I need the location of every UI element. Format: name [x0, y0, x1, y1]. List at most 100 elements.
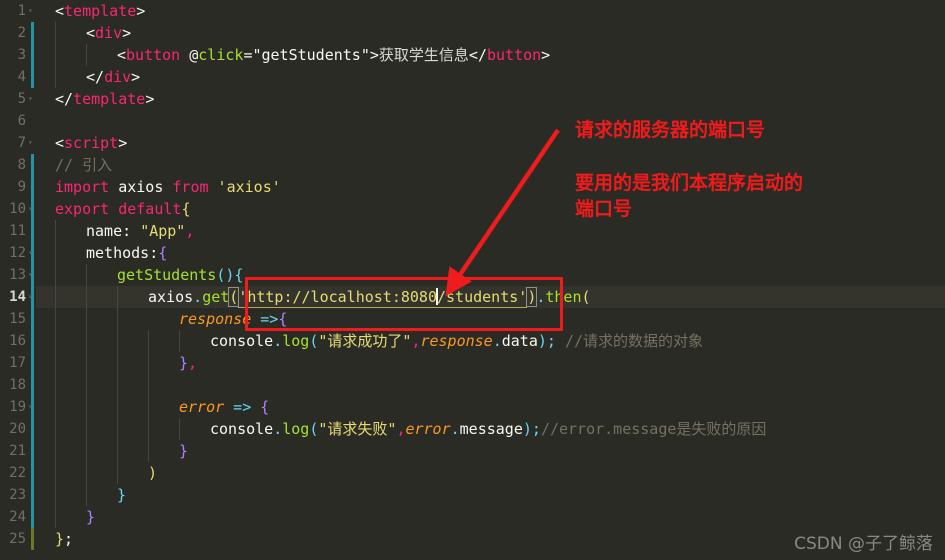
token-attribute: click: [198, 46, 244, 64]
token-paren: ): [522, 420, 532, 438]
code-line-24[interactable]: }: [86, 506, 95, 528]
token-comma: ,: [185, 222, 195, 240]
token-brace: }: [117, 486, 127, 504]
token-punctuation: <: [55, 134, 65, 152]
token-keyword-default: default: [109, 200, 182, 218]
token-brace: {: [278, 310, 288, 328]
code-line-9[interactable]: import axios from 'axios': [55, 176, 281, 198]
token-object-console: console: [210, 420, 274, 438]
token-tag: div: [95, 24, 123, 42]
code-line-15[interactable]: response =>{: [179, 308, 287, 330]
token-brace: }: [55, 530, 65, 548]
token-string-chinese: "请求失败": [318, 420, 397, 438]
token-semicolon: ;: [531, 420, 541, 438]
code-line-12[interactable]: methods:{: [86, 242, 167, 264]
code-line-3[interactable]: <button @click="getStudents">获取学生信息</but…: [117, 44, 550, 66]
code-line-21[interactable]: }: [179, 440, 188, 462]
token-tag: template: [64, 2, 137, 20]
token-punctuation: >: [145, 90, 155, 108]
token-punctuation: >: [122, 24, 132, 42]
code-line-7[interactable]: <script>: [55, 132, 127, 154]
token-tag: button: [126, 46, 181, 64]
token-semicolon: ;: [546, 332, 556, 350]
token-dot: .: [273, 332, 283, 350]
code-line-19[interactable]: error => {: [179, 396, 269, 418]
token-paren-match: ): [526, 287, 538, 307]
token-punctuation: >: [541, 46, 551, 64]
token-brace: {: [234, 266, 244, 284]
token-identifier: axios: [109, 178, 173, 196]
code-line-4[interactable]: </div>: [86, 66, 140, 88]
token-paren-match: (: [228, 287, 240, 307]
token-dot: .: [492, 332, 502, 350]
token-param-response: response: [179, 310, 252, 328]
token-brace: {: [158, 244, 168, 262]
token-brace: }: [86, 508, 96, 526]
code-line-25[interactable]: };: [55, 528, 73, 550]
code-editor[interactable]: 1 2 3 4 5 6 7 8 9 10 11 12 13 14 15 16 1…: [0, 0, 945, 560]
token-semicolon: ;: [64, 530, 74, 548]
token-method-log: log: [282, 420, 310, 438]
annotation-note-2: 要用的是我们本程序启动的 端口号: [575, 172, 804, 220]
token-object-axios: axios: [148, 288, 194, 306]
code-line-20[interactable]: console.log("请求失败",error.message);//erro…: [210, 418, 766, 440]
code-line-13[interactable]: getStudents(){: [117, 264, 243, 286]
token-tag: button: [486, 46, 542, 64]
token-punctuation: <: [86, 24, 96, 42]
token-comment: // 引入: [55, 156, 113, 174]
token-keyword-from: from: [172, 178, 209, 196]
code-line-10[interactable]: export default{: [55, 198, 190, 220]
token-punctuation: >: [369, 46, 379, 64]
token-dot: .: [193, 288, 203, 306]
token-attr-value: "getStudents": [252, 46, 370, 64]
token-dot: .: [273, 420, 283, 438]
token-tag: div: [104, 68, 132, 86]
token-param-error: error: [405, 420, 451, 438]
token-punctuation: <: [55, 2, 65, 20]
token-object-console: console: [210, 332, 274, 350]
token-chinese-text: 获取学生信息: [378, 46, 469, 64]
code-line-8[interactable]: // 引入: [55, 154, 112, 176]
code-line-22[interactable]: ): [148, 462, 157, 484]
token-at-sign: @: [189, 46, 199, 64]
token-arrow: =>: [251, 310, 279, 328]
token-brace: }: [179, 442, 189, 460]
token-method-then: then: [545, 288, 582, 306]
token-string: "App": [140, 222, 186, 240]
code-line-14[interactable]: axios.get('http://localhost:8080/student…: [148, 286, 591, 308]
code-line-16[interactable]: console.log("请求成功了",response.data); //请求…: [210, 330, 703, 352]
code-line-17[interactable]: },: [179, 352, 197, 374]
code-line-2[interactable]: <div>: [86, 22, 131, 44]
token-comment: //请求的数据的对象: [555, 332, 704, 350]
token-tag: template: [73, 90, 146, 108]
token-string: 'axios': [208, 178, 281, 196]
code-line-11[interactable]: name: "App",: [86, 220, 194, 242]
token-brace: }: [179, 354, 189, 372]
token-punctuation: <: [117, 46, 127, 64]
code-line-5[interactable]: </template>: [55, 88, 154, 110]
token-method-get: get: [202, 288, 230, 306]
token-punctuation: </: [468, 46, 487, 64]
code-line-23[interactable]: }: [117, 484, 126, 506]
token-function-name: getStudents: [117, 266, 217, 284]
token-paren: ): [537, 332, 547, 350]
token-method-log: log: [282, 332, 310, 350]
token-keyword-import: import: [55, 178, 110, 196]
token-brace: {: [181, 200, 191, 218]
token-param-error: error: [179, 398, 225, 416]
token-comma: ,: [188, 354, 198, 372]
token-tag: script: [64, 134, 119, 152]
token-punctuation: >: [118, 134, 128, 152]
code-line-1[interactable]: <template>: [55, 0, 145, 22]
annotation-note-1: 请求的服务器的端口号: [575, 119, 766, 141]
watermark: CSDN @子了鲸落: [794, 534, 933, 554]
token-paren: (: [581, 288, 591, 306]
token-url-string-host: 'http://localhost:8080: [238, 288, 437, 308]
token-string-chinese: "请求成功了": [318, 332, 412, 350]
token-punctuation: >: [131, 68, 141, 86]
token-keyword-export: export: [55, 200, 110, 218]
code-content[interactable]: <template> <div> <button @click="getStud…: [0, 0, 945, 560]
token-paren: (): [216, 266, 235, 284]
token-property-key: name:: [86, 222, 141, 240]
